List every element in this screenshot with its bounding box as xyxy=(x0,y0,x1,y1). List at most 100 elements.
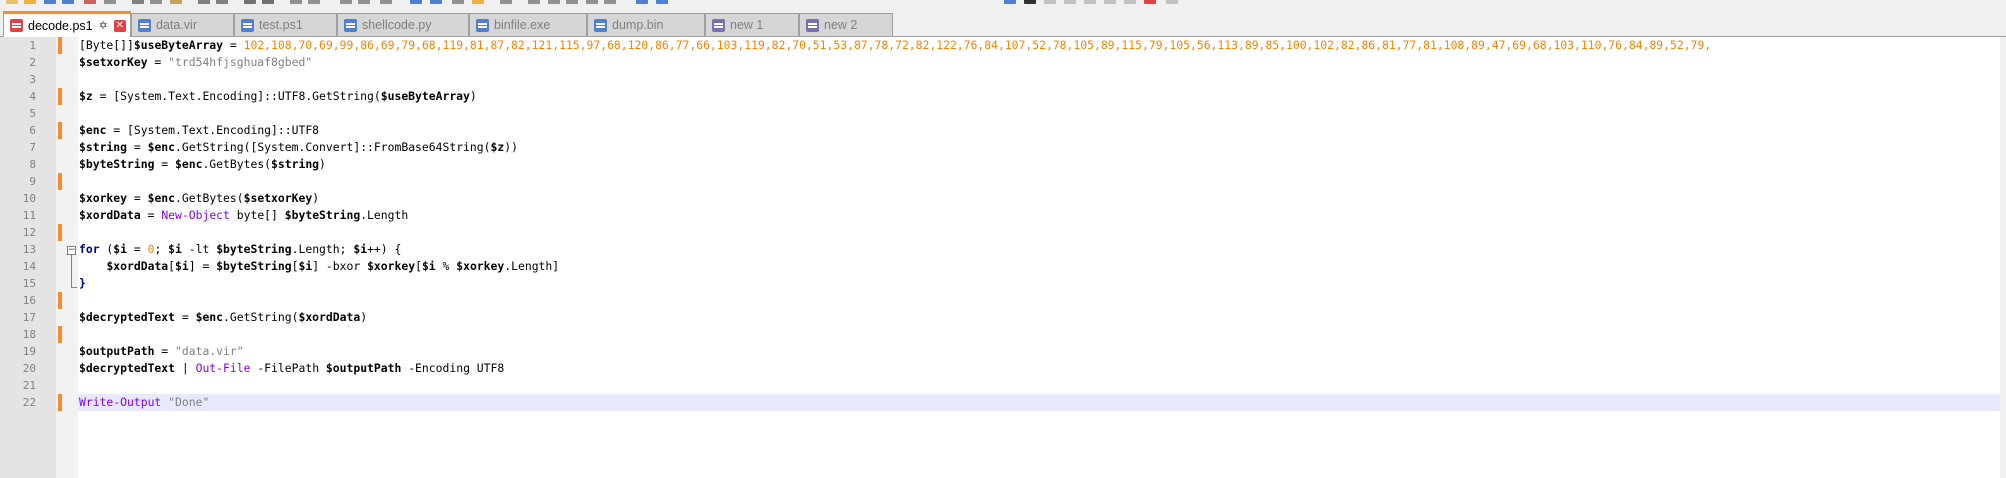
token-text: ) xyxy=(360,310,368,324)
monitor-icon[interactable] xyxy=(500,0,512,4)
close-icon[interactable] xyxy=(84,0,96,4)
token-cmdlet: New-Object xyxy=(161,208,230,222)
tab-decode-ps1[interactable]: decode.ps1 ✡ ✕ xyxy=(3,11,131,37)
change-marker xyxy=(58,88,62,105)
token-var: $byteString xyxy=(216,242,292,256)
lang-icon[interactable] xyxy=(410,0,422,4)
extra-icon-7[interactable] xyxy=(1124,0,1136,4)
record-macro-icon[interactable] xyxy=(528,0,540,4)
toolbar xyxy=(0,0,2006,8)
tab-dump-bin[interactable]: dump.bin xyxy=(587,13,705,36)
paste-icon[interactable] xyxy=(170,0,182,4)
token-type: [Byte[]] xyxy=(79,38,134,52)
token-text: [System.Text.Encoding]::UTF8.GetString( xyxy=(113,89,381,103)
code-line-14[interactable]: $xordData[$i] = $byteString[$i] -bxor $x… xyxy=(78,258,2006,275)
close-tab-icon[interactable]: ✕ xyxy=(113,19,126,32)
extra-icon-3[interactable] xyxy=(1044,0,1056,4)
token-text: .GetBytes( xyxy=(175,191,244,205)
fold-collapse-icon[interactable]: − xyxy=(67,246,76,255)
token-var: $xorkey xyxy=(456,259,505,273)
open-file-icon[interactable] xyxy=(24,0,36,4)
pin-icon[interactable]: ✡ xyxy=(99,19,108,32)
extra-icon-8[interactable] xyxy=(1144,0,1156,4)
zoom-in-icon[interactable] xyxy=(290,0,302,4)
line-number: 3 xyxy=(29,73,36,86)
line-number: 2 xyxy=(29,56,36,69)
tab-label: decode.ps1 xyxy=(28,18,93,33)
extra-icon-9[interactable] xyxy=(1166,0,1178,4)
redo-icon[interactable] xyxy=(216,0,228,4)
code-line-17[interactable]: $decryptedText = $enc.GetString($xordDat… xyxy=(78,309,2006,326)
tab-new-1[interactable]: new 1 xyxy=(705,13,799,36)
line-number: 8 xyxy=(29,158,36,171)
line-number: 21 xyxy=(22,379,36,392)
doc-map-icon[interactable] xyxy=(430,0,442,4)
code-line-13[interactable]: for ($i = 0; $i -lt $byteString.Length; … xyxy=(78,241,2006,258)
token-var: $string xyxy=(271,157,320,171)
extra-icon-2[interactable] xyxy=(1024,0,1036,4)
token-text: .Length xyxy=(360,208,409,222)
save-all-icon[interactable] xyxy=(62,0,74,4)
extra-icon-6[interactable] xyxy=(1104,0,1116,4)
wrap-icon[interactable] xyxy=(358,0,370,4)
extra-icon-1[interactable] xyxy=(1004,0,1016,4)
line-number: 14 xyxy=(22,260,36,273)
code-line-1[interactable]: [Byte[]]$useByteArray = 102,108,70,69,99… xyxy=(78,37,2006,54)
folder-icon[interactable] xyxy=(472,0,484,4)
zoom-out-icon[interactable] xyxy=(308,0,320,4)
line-number: 13 xyxy=(22,243,36,256)
token-var: $byteString xyxy=(79,157,155,171)
tab-new-2[interactable]: new 2 xyxy=(799,13,893,36)
tab-shellcode-py[interactable]: shellcode.py xyxy=(337,13,469,36)
stop-macro-icon[interactable] xyxy=(548,0,560,4)
find-icon[interactable] xyxy=(244,0,256,4)
cut-icon[interactable] xyxy=(132,0,144,4)
tab-test-ps1[interactable]: test.ps1 xyxy=(234,13,337,36)
token-var: $outputPath xyxy=(325,361,402,375)
code-line-6[interactable]: $enc = [System.Text.Encoding]::UTF8 xyxy=(78,122,2006,139)
file-icon xyxy=(711,18,726,33)
code-line-22[interactable]: Write-Output "Done" xyxy=(78,394,2006,411)
code-editor[interactable]: 1 2 3 4 5 6 7 8 9 10 11 12 13 14 15 16 1… xyxy=(0,37,2006,478)
code-line-20[interactable]: $decryptedText | Out-File -FilePath $out… xyxy=(78,360,2006,377)
print-icon[interactable] xyxy=(104,0,116,4)
line-number: 22 xyxy=(22,396,36,409)
sync-icon[interactable] xyxy=(340,0,352,4)
code-line-19[interactable]: $outputPath = "data.vir" xyxy=(78,343,2006,360)
code-line-2[interactable]: $setxorKey = "trd54hfjsghuaf8gbed" xyxy=(78,54,2006,71)
function-list-icon[interactable] xyxy=(452,0,464,4)
token-op: = xyxy=(223,38,244,52)
token-var: $z xyxy=(490,140,505,154)
change-marker xyxy=(58,394,62,411)
code-line-7[interactable]: $string = $enc.GetString([System.Convert… xyxy=(78,139,2006,156)
code-line-8[interactable]: $byteString = $enc.GetBytes($string) xyxy=(78,156,2006,173)
token-op: = xyxy=(147,55,169,69)
replace-icon[interactable] xyxy=(262,0,274,4)
extra-icon-4[interactable] xyxy=(1064,0,1076,4)
code-area[interactable]: [Byte[]] $useByteArray = 102,108,70,69,99… xyxy=(78,37,2006,478)
undo-icon[interactable] xyxy=(198,0,210,4)
tab-binfile-exe[interactable]: binfile.exe xyxy=(469,13,587,36)
tab-data-vir[interactable]: data.vir xyxy=(131,13,234,36)
new-file-icon[interactable] xyxy=(6,0,18,4)
spell-check-icon[interactable] xyxy=(656,0,668,4)
code-line-11[interactable]: $xordData = New-Object byte[] $byteStrin… xyxy=(78,207,2006,224)
token-text: ++) { xyxy=(367,242,402,256)
play-macro-icon[interactable] xyxy=(566,0,578,4)
vertical-scrollbar[interactable] xyxy=(2000,37,2006,478)
token-var: $useByteArray xyxy=(380,89,470,103)
plugin-icon[interactable] xyxy=(636,0,648,4)
code-line-10[interactable]: $xorkey = $enc.GetBytes($setxorKey) xyxy=(78,190,2006,207)
save-icon[interactable] xyxy=(44,0,56,4)
extra-icon-5[interactable] xyxy=(1084,0,1096,4)
token-numbers: 102,108,70,69,99,86,69,79,68,119,81,87,8… xyxy=(243,38,1712,52)
indent-guide-icon[interactable] xyxy=(380,0,392,4)
copy-icon[interactable] xyxy=(150,0,162,4)
token-op: = xyxy=(140,208,162,222)
code-line-15[interactable]: } xyxy=(78,275,2006,292)
save-macro-icon[interactable] xyxy=(604,0,616,4)
line-number: 6 xyxy=(29,124,36,137)
run-macro-icon[interactable] xyxy=(586,0,598,4)
code-line-4[interactable]: $z = [System.Text.Encoding]::UTF8.GetStr… xyxy=(78,88,2006,105)
